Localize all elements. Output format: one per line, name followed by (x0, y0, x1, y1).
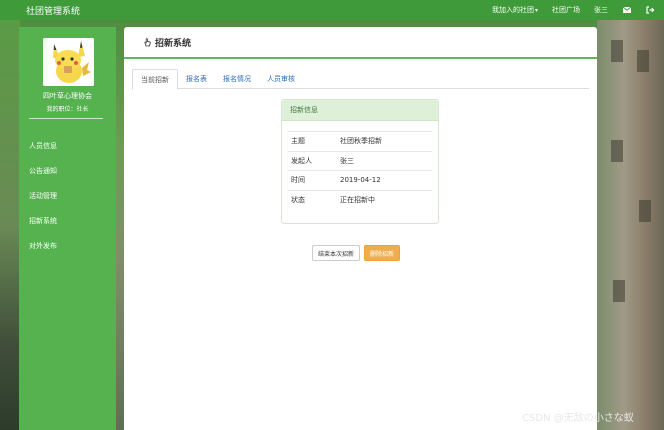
tab-member-review[interactable]: 人员审核 (259, 69, 303, 89)
sidebar-menu: 人员信息 公告通知 活动管理 招新系统 对外发布 (19, 136, 116, 261)
delete-recruitment-button[interactable]: 删除招新 (364, 245, 401, 261)
info-key: 状态 (288, 189, 340, 210)
sidebar-item-activities[interactable]: 活动管理 (19, 186, 116, 211)
info-table: 主题 社团秋季招新 发起人 张三 时间 2019-04-12 状态 正在招新中 (288, 131, 432, 210)
navbar-right: 我加入的社团 ▾ 社团广场 张三 (478, 5, 654, 15)
caret-down-icon: ▾ (534, 6, 538, 14)
tab-current-recruitment[interactable]: 当前招新 (132, 69, 178, 90)
user-name-link[interactable]: 张三 (594, 5, 608, 15)
recruitment-actions: 结束本次招新 删除招新 (312, 245, 404, 261)
info-card-heading: 招新信息 (282, 100, 438, 121)
info-key: 主题 (288, 131, 340, 151)
background-left (0, 20, 20, 430)
main-panel: 招新系统 当前招新 报名表 报名情况 人员审核 招新信息 主题 社团秋季招新 发… (124, 27, 597, 430)
page-title: 招新系统 (155, 38, 192, 49)
my-clubs-label: 我加入的社团 (491, 6, 534, 14)
avatar (43, 38, 94, 86)
background-right (597, 20, 664, 430)
pikachu-avatar-icon (43, 38, 94, 86)
brand-title[interactable]: 社团管理系统 (26, 4, 80, 17)
logout-icon[interactable] (645, 6, 654, 15)
info-value: 社团秋季招新 (340, 131, 432, 151)
end-recruitment-button[interactable]: 结束本次招新 (312, 245, 361, 261)
tab-application-status[interactable]: 报名情况 (215, 69, 259, 89)
table-row: 发起人 张三 (288, 150, 432, 171)
tab-application-form[interactable]: 报名表 (178, 69, 215, 89)
org-name: 四叶草心理协会 (43, 92, 92, 100)
watermark-text: CSDN @无敌の小さな蚁 (522, 413, 634, 424)
sidebar: 四叶草心理协会 我的职位：社长 人员信息 公告通知 活动管理 招新系统 对外发布 (19, 27, 116, 430)
envelope-icon[interactable] (622, 6, 631, 15)
info-value: 2019-04-12 (340, 170, 432, 190)
info-key: 时间 (288, 170, 340, 190)
hand-pointer-icon (144, 37, 151, 46)
sidebar-item-notices[interactable]: 公告通知 (19, 161, 116, 186)
table-row: 时间 2019-04-12 (288, 170, 432, 190)
sidebar-item-recruitment[interactable]: 招新系统 (19, 211, 116, 236)
table-row: 状态 正在招新中 (288, 189, 432, 210)
sidebar-item-members[interactable]: 人员信息 (19, 136, 116, 161)
recruitment-info-card: 招新信息 主题 社团秋季招新 发起人 张三 时间 2019-04-12 状态 正… (281, 99, 439, 224)
info-key: 发起人 (288, 150, 340, 171)
org-role: 我的职位：社长 (46, 106, 89, 113)
my-clubs-dropdown[interactable]: 我加入的社团 ▾ (492, 5, 538, 15)
club-square-link[interactable]: 社团广场 (552, 5, 580, 15)
panel-header: 招新系统 (124, 27, 597, 59)
info-value: 正在招新中 (340, 189, 432, 210)
table-row: 主题 社团秋季招新 (288, 131, 432, 151)
sidebar-item-publish[interactable]: 对外发布 (19, 236, 116, 261)
info-value: 张三 (340, 150, 432, 171)
tab-bar: 当前招新 报名表 报名情况 人员审核 (132, 69, 589, 90)
sidebar-divider (29, 118, 103, 119)
top-navbar: 社团管理系统 我加入的社团 ▾ 社团广场 张三 (0, 0, 664, 20)
